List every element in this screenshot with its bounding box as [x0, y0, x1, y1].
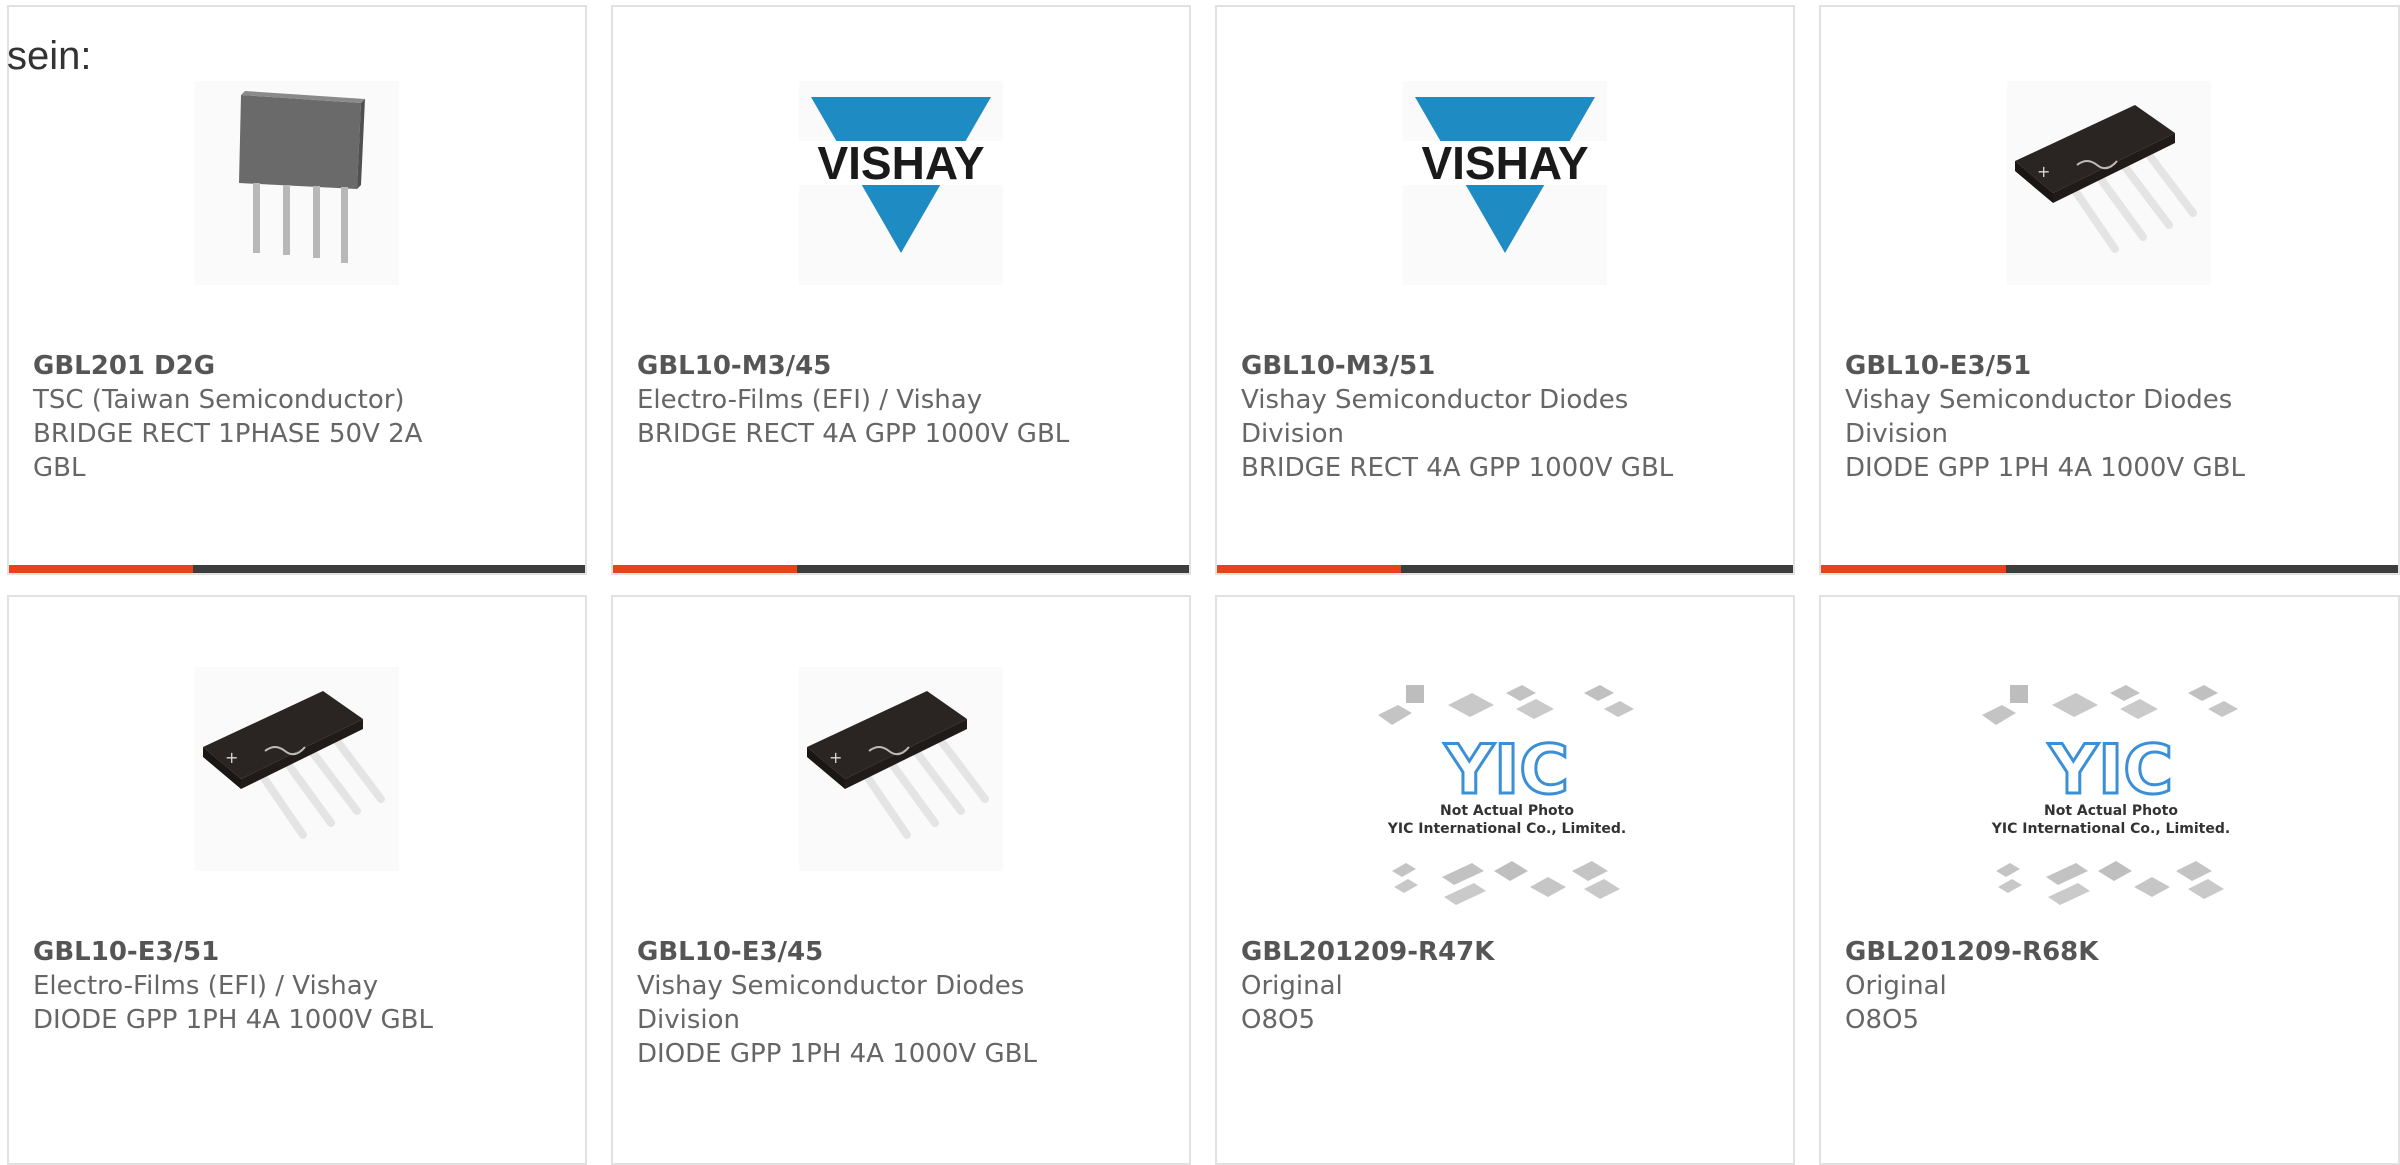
card-accent	[613, 565, 798, 573]
yic-caption: YIC International Co., Limited.	[1991, 821, 2230, 837]
manufacturer: Electro-Films (EFI) / Vishay	[637, 385, 983, 415]
description: DIODE GPP 1PH 4A 1000V GBL	[637, 1039, 1037, 1069]
product-info: GBL10-M3/51 Vishay Semiconductor Diodes …	[1241, 349, 1773, 485]
description: BRIDGE RECT 4A GPP 1000V GBL	[637, 419, 1070, 449]
description: BRIDGE RECT 1PHASE 50V 2A	[33, 419, 423, 449]
component-photo: +	[799, 667, 1003, 871]
svg-text:+: +	[225, 748, 238, 767]
card-accent	[1821, 565, 2006, 573]
product-card[interactable]: GBL201 D2G TSC (Taiwan Semiconductor) BR…	[7, 5, 587, 575]
vishay-logo-text: VISHAY	[1421, 137, 1588, 189]
product-card[interactable]: YIC Not Actual Photo YIC International C…	[1819, 595, 2400, 1165]
manufacturer: Division	[637, 1005, 741, 1035]
manufacturer: Vishay Semiconductor Diodes	[1845, 385, 2233, 415]
component-photo: +	[195, 667, 399, 871]
description: O8O5	[1845, 1005, 1920, 1035]
manufacturer: Original	[1845, 971, 1947, 1001]
product-card[interactable]: + GBL10-E3/51 Electro-Films (EFI) / Vish…	[7, 595, 587, 1165]
product-info: GBL201 D2G TSC (Taiwan Semiconductor) BR…	[33, 349, 565, 485]
vishay-logo-icon: VISHAY	[1403, 81, 1607, 285]
description: DIODE GPP 1PH 4A 1000V GBL	[1845, 453, 2245, 483]
yic-caption: YIC International Co., Limited.	[1387, 821, 1626, 837]
part-number[interactable]: GBL10-E3/51	[1845, 349, 2378, 383]
component-photo: +	[2007, 81, 2211, 285]
manufacturer: Original	[1241, 971, 1343, 1001]
svg-text:+: +	[2037, 162, 2050, 181]
description: DIODE GPP 1PH 4A 1000V GBL	[33, 1005, 433, 1035]
manufacturer: TSC (Taiwan Semiconductor)	[33, 385, 405, 415]
part-number[interactable]: GBL201209-R68K	[1845, 935, 2378, 969]
part-number[interactable]: GBL10-M3/51	[1241, 349, 1773, 383]
product-card[interactable]: VISHAY GBL10-M3/51 Vishay Semiconductor …	[1215, 5, 1795, 575]
manufacturer: Vishay Semiconductor Diodes	[1241, 385, 1629, 415]
product-info: GBL10-M3/45 Electro-Films (EFI) / Vishay…	[637, 349, 1169, 451]
product-card[interactable]: + GBL10-E3/51 Vishay Semiconductor Diode…	[1819, 5, 2400, 575]
svg-text:+: +	[829, 748, 842, 767]
product-info: GBL201209-R68K Original O8O5	[1845, 935, 2378, 1037]
card-accent	[9, 565, 194, 573]
manufacturer: Vishay Semiconductor Diodes	[637, 971, 1025, 1001]
part-number[interactable]: GBL10-M3/45	[637, 349, 1169, 383]
card-footer-bar	[1217, 565, 1793, 573]
product-info: GBL201209-R47K Original O8O5	[1241, 935, 1773, 1037]
product-card[interactable]: + GBL10-E3/45 Vishay Semiconductor Diode…	[611, 595, 1191, 1165]
yic-placeholder-icon: YIC Not Actual Photo YIC International C…	[1976, 675, 2246, 925]
part-number[interactable]: GBL10-E3/45	[637, 935, 1169, 969]
product-info: GBL10-E3/51 Electro-Films (EFI) / Vishay…	[33, 935, 565, 1037]
card-footer-bar	[1821, 565, 2398, 573]
card-footer-bar	[9, 565, 585, 573]
manufacturer: Division	[1241, 419, 1345, 449]
vishay-logo-icon: VISHAY	[799, 81, 1003, 285]
part-number[interactable]: GBL201209-R47K	[1241, 935, 1773, 969]
yic-caption: Not Actual Photo	[2044, 803, 2178, 819]
card-footer-bar	[613, 565, 1189, 573]
part-number[interactable]: GBL10-E3/51	[33, 935, 565, 969]
svg-text:YIC: YIC	[1444, 731, 1569, 810]
product-card[interactable]: YIC Not Actual Photo YIC International C…	[1215, 595, 1795, 1165]
product-info: GBL10-E3/45 Vishay Semiconductor Diodes …	[637, 935, 1169, 1071]
card-accent	[1217, 565, 1402, 573]
description: O8O5	[1241, 1005, 1316, 1035]
vishay-logo-text: VISHAY	[817, 137, 984, 189]
manufacturer: Division	[1845, 419, 1949, 449]
product-info: GBL10-E3/51 Vishay Semiconductor Diodes …	[1845, 349, 2378, 485]
lead-text: sein:	[7, 34, 92, 78]
product-card[interactable]: VISHAY GBL10-M3/45 Electro-Films (EFI) /…	[611, 5, 1191, 575]
manufacturer: Electro-Films (EFI) / Vishay	[33, 971, 379, 1001]
yic-caption: Not Actual Photo	[1440, 803, 1574, 819]
svg-text:YIC: YIC	[2048, 731, 2173, 810]
component-photo	[195, 81, 399, 285]
yic-placeholder-icon: YIC Not Actual Photo YIC International C…	[1372, 675, 1642, 925]
description: GBL	[33, 453, 86, 483]
description: BRIDGE RECT 4A GPP 1000V GBL	[1241, 453, 1674, 483]
part-number[interactable]: GBL201 D2G	[33, 349, 565, 383]
